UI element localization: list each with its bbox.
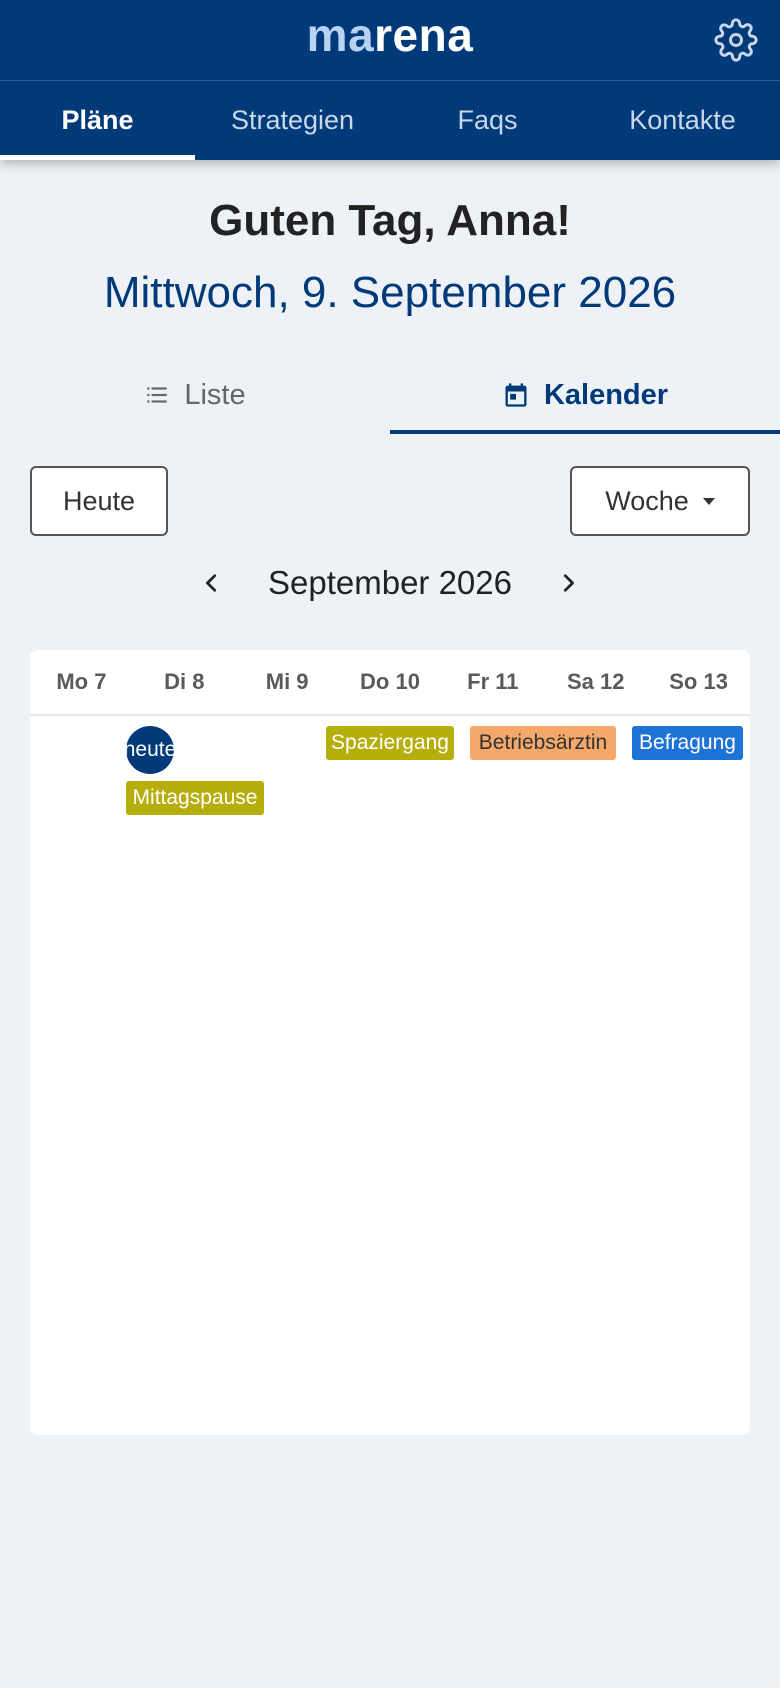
list-icon bbox=[144, 382, 170, 408]
chevron-right-icon[interactable] bbox=[548, 563, 588, 603]
chevron-left-icon[interactable] bbox=[192, 563, 232, 603]
tab-kontakte[interactable]: Kontakte bbox=[585, 81, 780, 160]
day-header-di[interactable]: Di 8 bbox=[133, 650, 236, 714]
tab-liste-label: Liste bbox=[184, 378, 246, 411]
brand-logo-prefix: ma bbox=[306, 9, 375, 61]
greeting-title: Guten Tag, Anna! bbox=[209, 196, 571, 245]
current-date: Mittwoch, 9. September 2026 bbox=[103, 268, 677, 317]
app-header: marena Pläne Strategien Faqs Kontakte bbox=[0, 0, 780, 160]
brand-logo: marena bbox=[0, 8, 780, 62]
tab-kalender-label: Kalender bbox=[543, 378, 669, 411]
event-betriebsaerztin[interactable]: Betriebsärztin bbox=[470, 726, 616, 760]
day-header-so[interactable]: So 13 bbox=[647, 650, 750, 714]
brand-logo-suffix: rena bbox=[374, 9, 474, 61]
main-nav: Pläne Strategien Faqs Kontakte bbox=[0, 81, 780, 160]
day-header-do[interactable]: Do 10 bbox=[339, 650, 442, 714]
tab-kalender[interactable]: Kalender bbox=[390, 356, 780, 434]
tab-liste[interactable]: Liste bbox=[0, 356, 390, 434]
day-header-sa[interactable]: Sa 12 bbox=[544, 650, 647, 714]
calendar-icon bbox=[502, 381, 530, 409]
event-befragung[interactable]: Befragung bbox=[632, 726, 743, 760]
week-calendar: Mo 7 Di 8 Mi 9 Do 10 Fr 11 Sa 12 So 13 h… bbox=[30, 650, 750, 1435]
day-header-mo[interactable]: Mo 7 bbox=[30, 650, 133, 714]
calendar-day-header: Mo 7 Di 8 Mi 9 Do 10 Fr 11 Sa 12 So 13 bbox=[30, 650, 750, 716]
event-spaziergang[interactable]: Spaziergang bbox=[326, 726, 454, 760]
day-header-fr[interactable]: Fr 11 bbox=[441, 650, 544, 714]
event-mittagspause[interactable]: Mittagspause bbox=[126, 781, 264, 815]
month-navigation: September 2026 bbox=[0, 560, 780, 606]
today-marker: heute bbox=[126, 726, 174, 774]
view-select-label: Woche bbox=[605, 485, 689, 516]
caret-down-icon bbox=[702, 497, 715, 505]
today-button[interactable]: Heute bbox=[30, 466, 168, 536]
view-select-dropdown[interactable]: Woche bbox=[570, 466, 750, 536]
tab-faqs[interactable]: Faqs bbox=[390, 81, 585, 160]
view-switch: Liste Kalender bbox=[0, 356, 780, 434]
day-header-mi[interactable]: Mi 9 bbox=[236, 650, 339, 714]
tab-plaene[interactable]: Pläne bbox=[0, 81, 195, 160]
gear-icon[interactable] bbox=[714, 18, 758, 62]
month-title: September 2026 bbox=[267, 564, 512, 601]
tab-strategien[interactable]: Strategien bbox=[195, 81, 390, 160]
